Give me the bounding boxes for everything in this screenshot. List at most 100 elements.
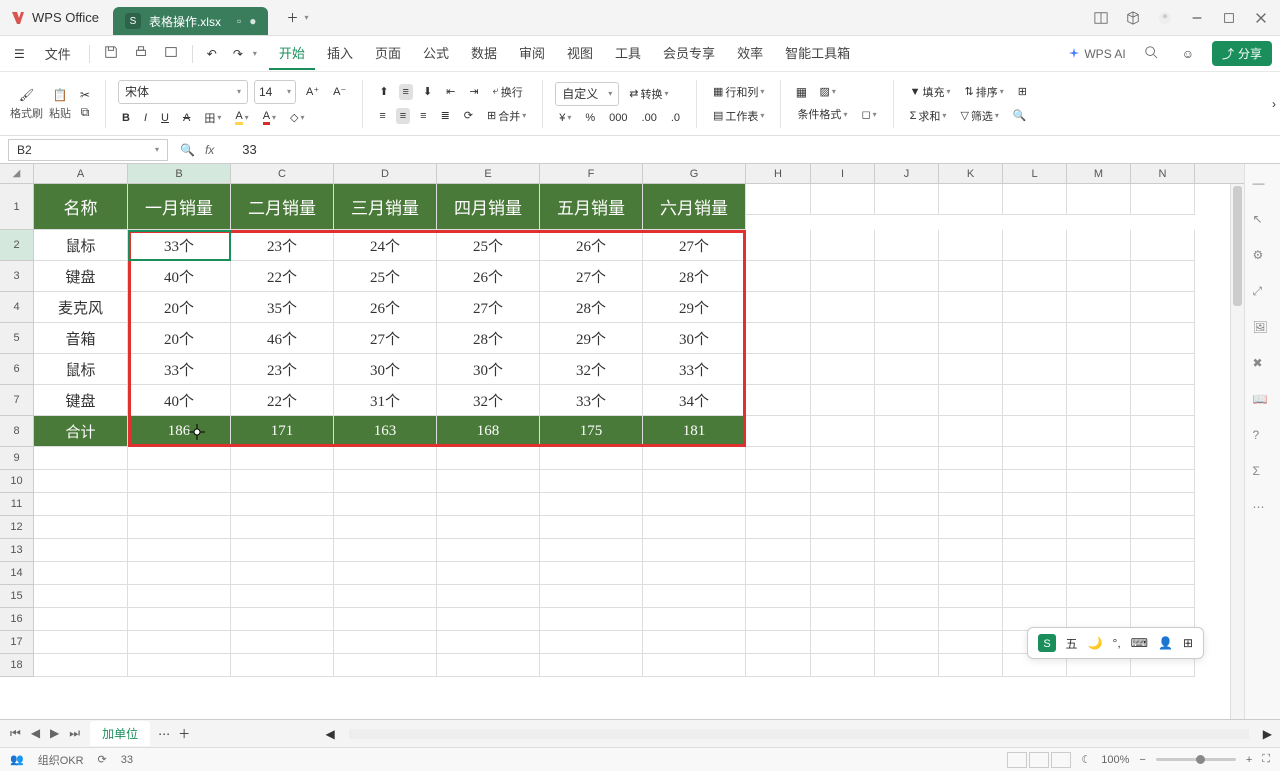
cell[interactable] [437, 608, 540, 631]
panel-icon[interactable] [1094, 11, 1108, 25]
cell[interactable] [1131, 516, 1195, 539]
cell[interactable] [1003, 323, 1067, 354]
cell[interactable] [746, 184, 811, 215]
row-header[interactable]: 5 [0, 323, 34, 354]
cell[interactable] [34, 608, 128, 631]
cell[interactable] [939, 323, 1003, 354]
preview-icon[interactable] [158, 41, 184, 66]
row-header[interactable]: 6 [0, 354, 34, 385]
cell[interactable] [1131, 230, 1195, 261]
cell[interactable] [540, 631, 643, 654]
increase-decimal-icon[interactable]: .00 [638, 110, 661, 126]
cell[interactable]: 24个 [334, 230, 437, 261]
col-header[interactable]: A [34, 164, 128, 183]
col-header[interactable]: J [875, 164, 939, 183]
cell[interactable]: 音箱 [34, 323, 128, 354]
cell[interactable] [231, 608, 334, 631]
theme-icon[interactable]: ☾ [1081, 753, 1091, 766]
cell[interactable]: 27个 [643, 230, 746, 261]
cell[interactable] [1067, 516, 1131, 539]
side-sum-icon[interactable]: Σ [1253, 464, 1273, 484]
cell[interactable] [811, 292, 875, 323]
row-header[interactable]: 18 [0, 654, 34, 677]
new-tab-button[interactable]: ＋ [280, 5, 304, 30]
sheet-tab-active[interactable]: 加单位 [90, 721, 150, 746]
float-punct-icon[interactable]: °, [1113, 636, 1121, 650]
cell[interactable] [1003, 562, 1067, 585]
cell[interactable] [437, 654, 540, 677]
cell[interactable] [231, 562, 334, 585]
col-header[interactable]: G [643, 164, 746, 183]
cell[interactable]: 32个 [437, 385, 540, 416]
border-icon[interactable]: 田▾ [200, 108, 225, 128]
zoom-out-icon[interactable]: − [1139, 754, 1145, 766]
cell[interactable] [1131, 292, 1195, 323]
menu-item-8[interactable]: 会员专享 [653, 37, 725, 70]
cell[interactable] [1131, 354, 1195, 385]
cell[interactable] [746, 261, 811, 292]
row-header[interactable]: 15 [0, 585, 34, 608]
cell[interactable] [1003, 292, 1067, 323]
font-select[interactable]: 宋体▾ [118, 80, 248, 104]
cell[interactable] [643, 516, 746, 539]
row-header[interactable]: 1 [0, 184, 34, 230]
cell[interactable] [1067, 230, 1131, 261]
cell[interactable]: 四月销量 [437, 184, 540, 230]
cell[interactable] [437, 539, 540, 562]
row-header[interactable]: 13 [0, 539, 34, 562]
cell[interactable] [875, 416, 939, 447]
side-more-icon[interactable]: ⋯ [1253, 500, 1273, 520]
file-menu[interactable]: 文件 [35, 38, 81, 69]
cell[interactable] [540, 585, 643, 608]
cell[interactable] [128, 516, 231, 539]
orientation-icon[interactable]: ⟳ [460, 107, 477, 124]
cell[interactable]: 五月销量 [540, 184, 643, 230]
cell[interactable]: 麦克风 [34, 292, 128, 323]
cell[interactable]: 171 [231, 416, 334, 447]
float-person-icon[interactable]: 👤 [1158, 636, 1173, 650]
align-middle-icon[interactable]: ≡ [399, 84, 413, 100]
comma-icon[interactable]: 000 [605, 110, 631, 126]
cell[interactable]: 27个 [334, 323, 437, 354]
cell[interactable] [1003, 354, 1067, 385]
row-header[interactable]: 3 [0, 261, 34, 292]
currency-icon[interactable]: ¥▾ [555, 110, 575, 126]
formula-input[interactable]: 33 [234, 142, 1280, 157]
cell[interactable] [1067, 385, 1131, 416]
cell[interactable]: 168 [437, 416, 540, 447]
align-center-icon[interactable]: ≡ [396, 108, 410, 124]
horizontal-scrollbar[interactable] [349, 729, 1249, 739]
cell[interactable] [1067, 585, 1131, 608]
cell[interactable] [746, 516, 811, 539]
cell[interactable] [643, 470, 746, 493]
cell[interactable] [1067, 323, 1131, 354]
cell[interactable] [1131, 493, 1195, 516]
cell[interactable] [34, 539, 128, 562]
crop-icon[interactable]: ◻▾ [857, 106, 880, 123]
cell[interactable] [643, 585, 746, 608]
cell[interactable] [1131, 562, 1195, 585]
cell[interactable] [875, 385, 939, 416]
table-style-icon[interactable]: ▦ [793, 84, 809, 100]
cell[interactable] [437, 516, 540, 539]
cell[interactable] [939, 654, 1003, 677]
cell[interactable]: 二月销量 [231, 184, 334, 230]
cell[interactable] [811, 608, 875, 631]
cell[interactable] [875, 608, 939, 631]
row-header[interactable]: 10 [0, 470, 34, 493]
row-header[interactable]: 12 [0, 516, 34, 539]
cell[interactable] [811, 631, 875, 654]
cell[interactable] [746, 631, 811, 654]
wrap-text-button[interactable]: ⤶换行 [489, 82, 527, 102]
col-header[interactable]: L [1003, 164, 1067, 183]
zoom-in-icon[interactable]: + [1246, 754, 1252, 766]
wps-ai-button[interactable]: WPS AI [1068, 47, 1125, 61]
cell[interactable] [939, 539, 1003, 562]
cell[interactable] [746, 585, 811, 608]
search-icon[interactable] [1138, 41, 1164, 66]
cell[interactable] [1067, 184, 1131, 215]
row-header[interactable]: 16 [0, 608, 34, 631]
cell[interactable] [875, 654, 939, 677]
cell[interactable] [875, 516, 939, 539]
cell[interactable] [811, 416, 875, 447]
